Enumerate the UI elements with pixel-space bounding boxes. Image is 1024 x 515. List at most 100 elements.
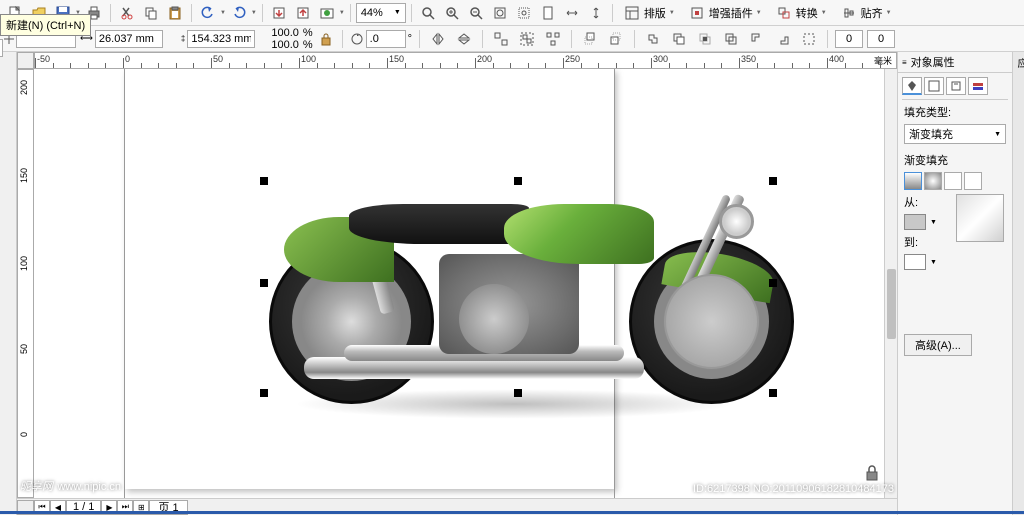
canvas-wrap: 毫米 -50050100150200250300350400450 200150… (17, 52, 897, 515)
zoom-selection-icon[interactable] (513, 2, 535, 24)
zoom-width-icon[interactable] (561, 2, 583, 24)
zoom-out-icon[interactable] (465, 2, 487, 24)
from-label: 从: (904, 194, 918, 210)
web-tab[interactable] (968, 77, 988, 95)
toolbox (0, 52, 17, 515)
vertical-scrollbar[interactable] (884, 69, 897, 498)
publish-dropdown-icon[interactable]: ▼ (339, 10, 345, 16)
panel-title-bar: ≡ 对象属性 (898, 52, 1012, 73)
height-input[interactable] (187, 30, 255, 48)
motorcycle-object[interactable] (264, 149, 764, 409)
bottom-separator (0, 511, 1024, 514)
property-bar: ⟷ y: ‡ 100.0 100.0 % % ° (0, 26, 1024, 52)
main-area: 毫米 -50050100150200250300350400450 200150… (0, 52, 1024, 515)
scale-y-value: 100.0 (271, 39, 299, 51)
to-back-icon[interactable] (605, 28, 627, 50)
plugins-icon (689, 5, 705, 21)
boundary-icon[interactable] (798, 28, 820, 50)
plugins-menu-label: 增强插件 (709, 5, 753, 21)
fill-type-select[interactable]: 渐变填充▼ (904, 124, 1006, 144)
watermark-id: ID:6217398 NO:20110906182810484173 (693, 483, 894, 495)
redo-dropdown-icon[interactable]: ▼ (251, 10, 257, 16)
gradient-preview (956, 194, 1004, 242)
copies-y-input[interactable] (867, 30, 895, 48)
to-color-swatch[interactable] (904, 254, 926, 270)
zoom-page-icon[interactable] (537, 2, 559, 24)
copy-button[interactable] (140, 2, 162, 24)
main-toolbar: 新建(N) (Ctrl+N) ▼ ▼ ▼ ▼ 44%▼ (0, 0, 1024, 26)
text-tab[interactable] (946, 77, 966, 95)
linear-gradient-button[interactable] (904, 172, 922, 190)
trim-icon[interactable] (668, 28, 690, 50)
outline-tab[interactable] (924, 77, 944, 95)
paste-button[interactable] (164, 2, 186, 24)
gradient-section-label: 渐变填充 (904, 152, 1006, 168)
front-minus-back-icon[interactable] (746, 28, 768, 50)
mirror-h-icon[interactable] (427, 28, 449, 50)
rotation-input[interactable] (366, 30, 406, 48)
to-label: 到: (904, 234, 918, 250)
vertical-ruler[interactable]: 200150100500 (17, 69, 34, 498)
ruler-corner[interactable] (17, 52, 34, 69)
selection-handle-ml[interactable] (260, 279, 268, 287)
scrollbar-thumb[interactable] (887, 269, 896, 339)
group-icon[interactable] (516, 28, 538, 50)
tooltip-new: 新建(N) (Ctrl+N) (0, 14, 91, 36)
lock-aspect-icon[interactable] (317, 30, 335, 48)
docker-tab-1[interactable]: 应 (1013, 52, 1024, 74)
selection-handle-tr[interactable] (769, 177, 777, 185)
selection-handle-bm[interactable] (514, 389, 522, 397)
plugins-menu[interactable]: 增强插件 ▼ (683, 3, 768, 23)
to-front-icon[interactable] (579, 28, 601, 50)
back-minus-front-icon[interactable] (772, 28, 794, 50)
ungroup-all-icon[interactable] (542, 28, 564, 50)
mirror-v-icon[interactable] (453, 28, 475, 50)
zoom-in-icon[interactable] (441, 2, 463, 24)
conical-gradient-button[interactable] (944, 172, 962, 190)
new-button[interactable]: 新建(N) (Ctrl+N) (4, 2, 26, 24)
cut-button[interactable] (116, 2, 138, 24)
intersect-icon[interactable] (694, 28, 716, 50)
y-input[interactable] (0, 39, 3, 57)
publish-button[interactable] (316, 2, 338, 24)
align-menu[interactable]: 贴齐 ▼ (835, 3, 898, 23)
width-input[interactable] (95, 30, 163, 48)
layout-icon (624, 5, 640, 21)
square-gradient-button[interactable] (964, 172, 982, 190)
watermark-brand: 昵享网 www.nipic.cn (20, 477, 121, 495)
advanced-button[interactable]: 高级(A)... (904, 334, 972, 356)
zoom-fit-icon[interactable] (489, 2, 511, 24)
import-button[interactable] (268, 2, 290, 24)
layout-menu[interactable]: 排版 ▼ (618, 3, 681, 23)
selection-handle-bl[interactable] (260, 389, 268, 397)
radial-gradient-button[interactable] (924, 172, 942, 190)
scale-x-value: 100.0 (271, 27, 299, 39)
transform-icon (776, 5, 792, 21)
selection-handle-tm[interactable] (514, 177, 522, 185)
redo-button[interactable] (228, 2, 250, 24)
search-icon[interactable] (417, 2, 439, 24)
selection-handle-tl[interactable] (260, 177, 268, 185)
canvas[interactable] (34, 69, 884, 498)
fill-tab[interactable] (902, 77, 922, 95)
ungroup-icon[interactable] (490, 28, 512, 50)
zoom-level-input[interactable]: 44%▼ (356, 3, 406, 23)
simplify-icon[interactable] (720, 28, 742, 50)
fill-type-section: 填充类型: 渐变填充▼ (898, 100, 1012, 148)
horizontal-ruler[interactable]: 毫米 -50050100150200250300350400450 (34, 52, 897, 69)
copies-x-input[interactable] (835, 30, 863, 48)
lock-icon[interactable] (865, 465, 879, 481)
zoom-height-icon[interactable] (585, 2, 607, 24)
selection-handle-mr[interactable] (769, 279, 777, 287)
transform-menu[interactable]: 转换 ▼ (770, 3, 833, 23)
layout-menu-label: 排版 (644, 5, 666, 21)
export-button[interactable] (292, 2, 314, 24)
rotation-group: ° (350, 30, 412, 48)
transform-menu-label: 转换 (796, 5, 818, 21)
undo-button[interactable] (197, 2, 219, 24)
from-color-swatch[interactable] (904, 214, 926, 230)
weld-icon[interactable] (642, 28, 664, 50)
selection-handle-br[interactable] (769, 389, 777, 397)
object-properties-panel: ≡ 对象属性 填充类型: 渐变填充▼ 渐变填充 从 (897, 52, 1012, 515)
undo-dropdown-icon[interactable]: ▼ (220, 10, 226, 16)
